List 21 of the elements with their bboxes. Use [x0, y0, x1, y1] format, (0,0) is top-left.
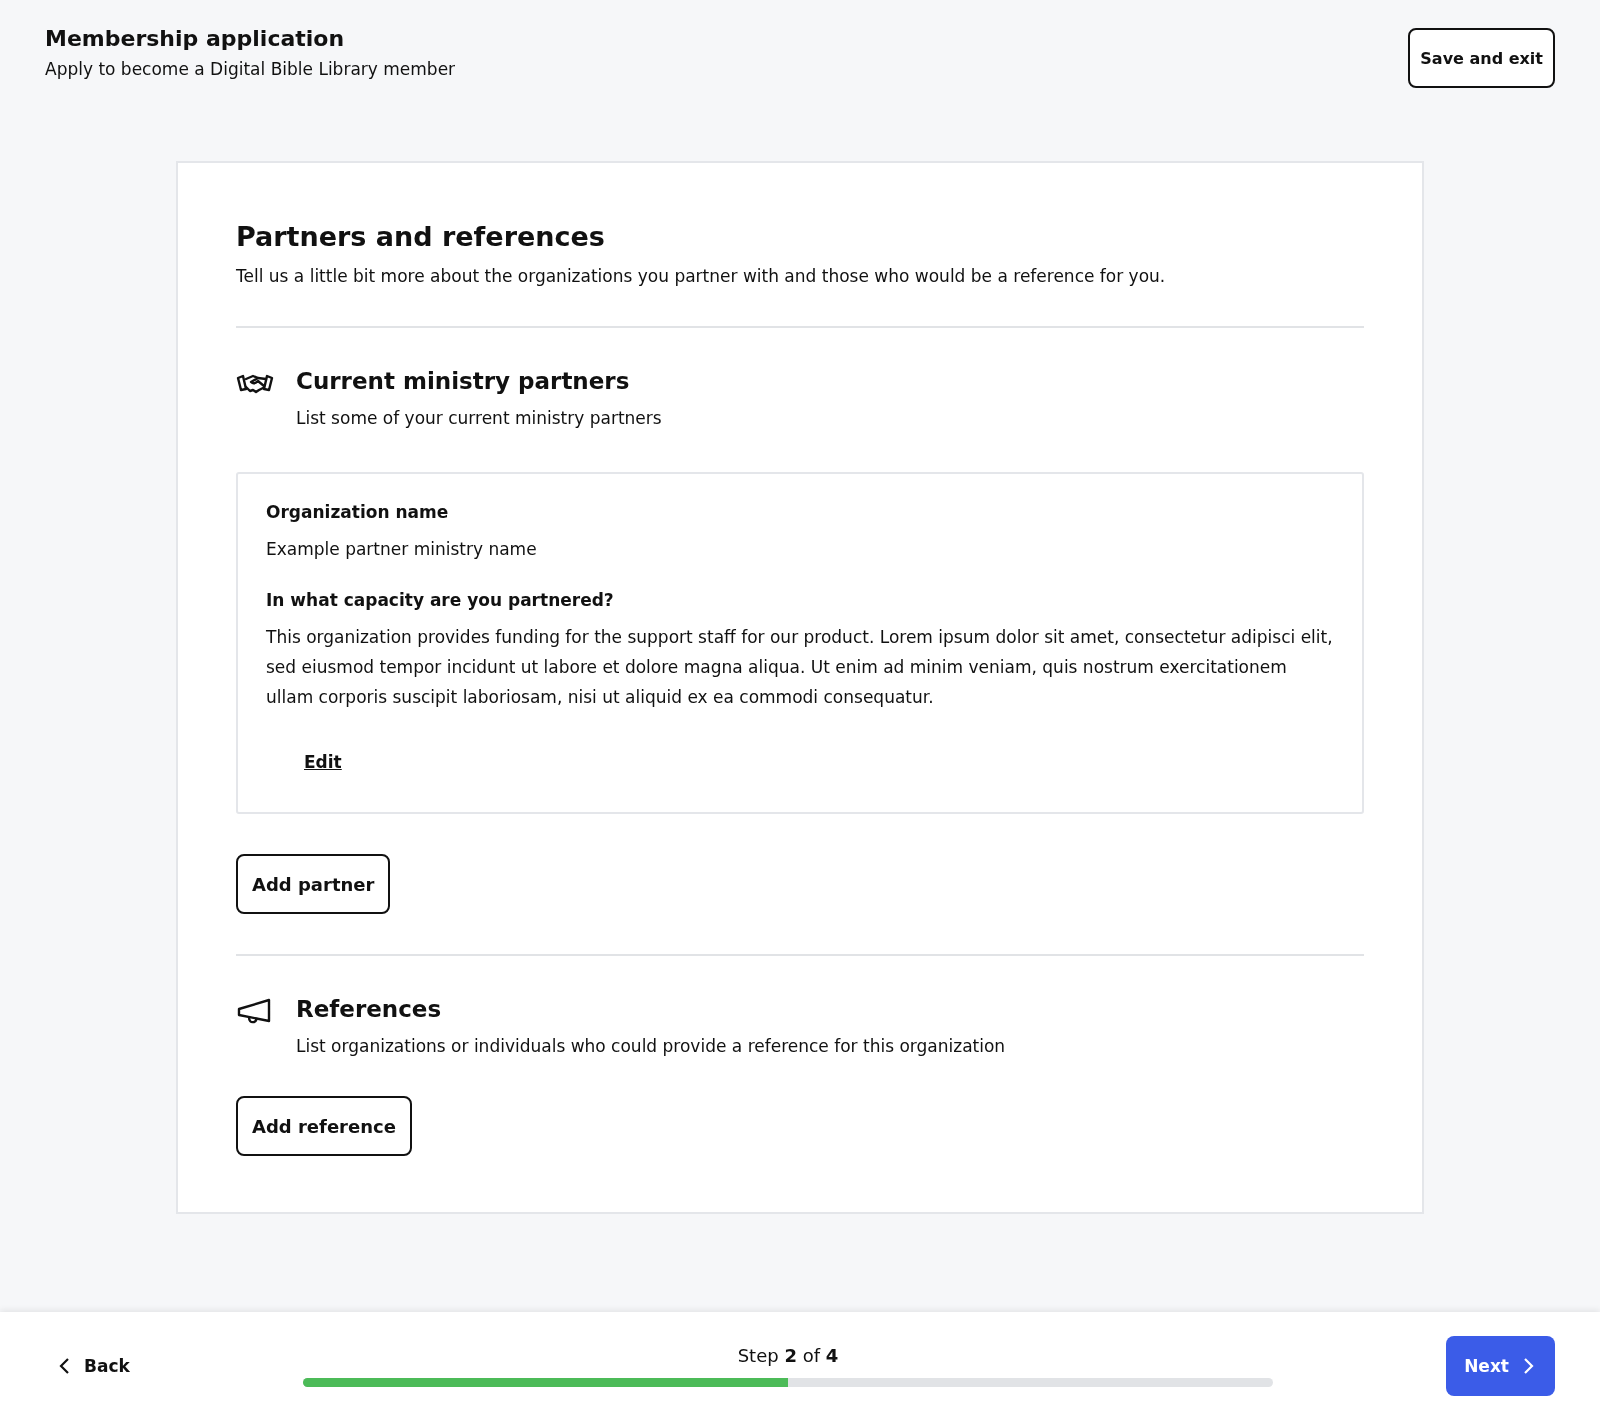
section-title: Current ministry partners	[296, 368, 631, 394]
field-value: This organization provides funding for the support staff for our product. Lorem ipsum dolor sit amet, consectetur adipisci elit, sed eiusmod tempor incidunt ut labore et dolore magna aliqua. Ut enim ad minim veniam, quis nostrum exercitationem ullam corporis suscipit laboriosam, nisi ut aliquid ex ea commodi consequatur.	[266, 626, 1334, 709]
section-title: References	[296, 996, 443, 1022]
add-button[interactable]: Add reference	[236, 1096, 412, 1156]
next-button[interactable]: Next	[1446, 1336, 1555, 1396]
step-description: Tell us a little bit more about the organizations you partner with and those who would be a reference for you.	[236, 266, 1167, 286]
save-and-exit-button[interactable]: Save and exit	[1408, 28, 1555, 88]
step-title: Partners and references	[236, 221, 606, 252]
chevron-right-icon	[1523, 1357, 1535, 1375]
field-label: In what capacity are you partnered?	[266, 590, 615, 610]
field-value: Example partner ministry name	[266, 538, 538, 561]
step-counter: Step 2 of 4	[737, 1345, 839, 1366]
chevron-left-icon	[58, 1357, 70, 1375]
back-button[interactable]: Back	[58, 1356, 130, 1376]
section-description: List some of your current ministry partners	[296, 408, 662, 428]
page-subtitle: Apply to become a Digital Bible Library member	[45, 59, 456, 79]
add-button[interactable]: Add partner	[236, 854, 391, 914]
edit-link[interactable]: Edit	[304, 752, 342, 772]
field-label: Organization name	[266, 502, 450, 522]
page-title: Membership application	[45, 26, 346, 51]
section-description: List organizations or individuals who could provide a reference for this organization	[296, 1036, 1006, 1056]
